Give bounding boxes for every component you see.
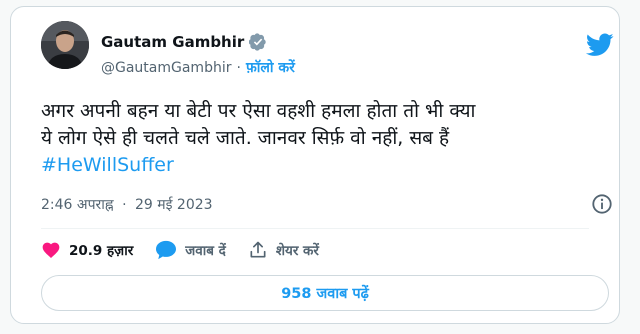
twitter-bird-icon[interactable] (586, 33, 614, 57)
author-handle-row: @GautamGambhir · फ़ॉलो करें (101, 58, 295, 77)
share-label: शेयर करें (275, 243, 319, 259)
author-name-row: Gautam Gambhir (101, 33, 267, 51)
like-button[interactable]: 20.9 हज़ार (41, 240, 133, 260)
share-icon (250, 241, 266, 258)
share-button[interactable]: शेयर करें (248, 240, 319, 260)
tweet-actions: 20.9 हज़ार जवाब दें शेयर करें (41, 240, 341, 260)
read-replies-button[interactable]: 958 जवाब पढ़ें (41, 275, 609, 311)
divider (41, 228, 589, 229)
reply-label: जवाब दें (185, 243, 226, 259)
tweet-timestamp[interactable]: 2:46 अपराह्न · 29 मई 2023 (41, 195, 213, 214)
author-handle[interactable]: @GautamGambhir (101, 60, 231, 76)
like-count: 20.9 हज़ार (69, 243, 134, 259)
tweet-text-line-2: ये लोग ऐसे ही चलते चले जाते. जानवर सिर्फ… (41, 127, 450, 149)
profile-avatar (41, 21, 89, 69)
follow-button[interactable]: फ़ॉलो करें (246, 58, 295, 77)
tweet-date: 29 मई 2023 (134, 197, 213, 213)
tweet-text-line-1: अगर अपनी बहन या बेटी पर ऐसा वहशी हमला हो… (41, 100, 476, 122)
separator-dot: · (122, 197, 127, 213)
info-icon[interactable] (591, 193, 613, 215)
tweet-time: 2:46 अपराह्न (41, 197, 114, 213)
author-avatar[interactable] (41, 21, 89, 69)
tweet-card: Gautam Gambhir @GautamGambhir · फ़ॉलो कर… (10, 6, 620, 324)
reply-button[interactable]: जवाब दें (155, 240, 226, 260)
author-name[interactable]: Gautam Gambhir (101, 33, 244, 51)
tweet-text: अगर अपनी बहन या बेटी पर ऐसा वहशी हमला हो… (41, 98, 621, 179)
heart-icon (42, 242, 60, 258)
reply-bubble-icon (156, 240, 177, 260)
hashtag-link[interactable]: #HeWillSuffer (41, 152, 621, 179)
verified-badge-icon (249, 33, 267, 51)
separator-dot: · (236, 59, 241, 76)
